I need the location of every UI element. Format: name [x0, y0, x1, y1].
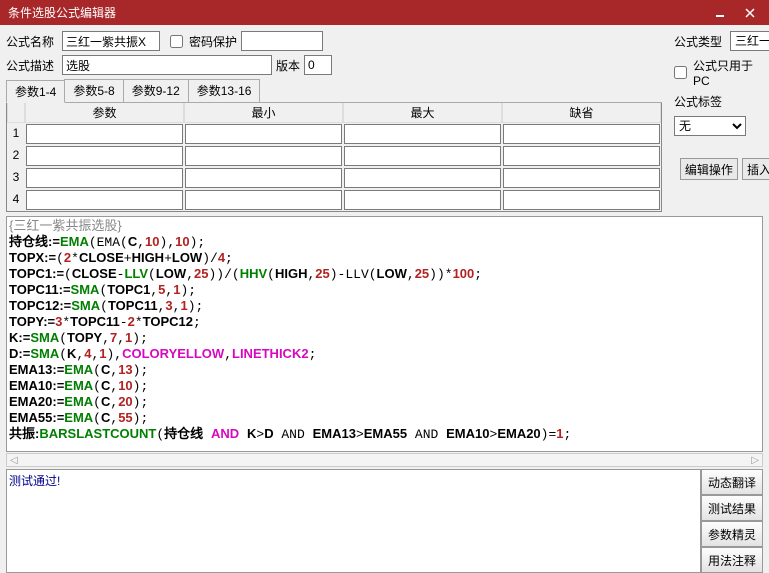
name-label: 公式名称	[6, 33, 58, 50]
param-head-blank	[7, 103, 25, 123]
hscroll[interactable]: ◁▷	[6, 453, 763, 467]
param-def-input[interactable]	[503, 190, 660, 210]
param-head-def: 缺省	[502, 103, 661, 123]
tab-params-4[interactable]: 参数13-16	[188, 79, 261, 102]
param-max-input[interactable]	[344, 190, 501, 210]
test-result-button[interactable]: 测试结果	[701, 495, 763, 521]
pwd-label: 密码保护	[189, 33, 237, 50]
param-name-input[interactable]	[26, 190, 183, 210]
pc-only-checkbox[interactable]	[674, 66, 687, 79]
param-def-input[interactable]	[503, 124, 660, 144]
type-label: 公式类型	[674, 33, 726, 50]
param-tab-strip: 参数1-4 参数5-8 参数9-12 参数13-16	[6, 79, 662, 103]
param-def-input[interactable]	[503, 146, 660, 166]
param-row: 2	[7, 145, 661, 167]
param-row-index: 3	[7, 167, 25, 189]
param-row: 1	[7, 123, 661, 145]
param-head-min: 最小	[184, 103, 343, 123]
type-select[interactable]: 三红一紫	[730, 31, 769, 51]
code-editor[interactable]: {三红一紫共振选股} 持仓线:=EMA(EMA(C,10),10); TOPX:…	[6, 216, 763, 452]
param-row-index: 1	[7, 123, 25, 145]
result-output: 测试通过!	[6, 469, 701, 573]
tab-params-1[interactable]: 参数1-4	[6, 80, 65, 103]
param-row-index: 4	[7, 189, 25, 211]
title-bar: 条件选股公式编辑器	[0, 0, 769, 25]
param-wizard-button[interactable]: 参数精灵	[701, 521, 763, 547]
tab-params-3[interactable]: 参数9-12	[123, 79, 189, 102]
usage-button[interactable]: 用法注释	[701, 547, 763, 573]
param-name-input[interactable]	[26, 168, 183, 188]
param-max-input[interactable]	[344, 168, 501, 188]
pwd-checkbox[interactable]	[170, 35, 183, 48]
param-grid: 参数 最小 最大 缺省 1234	[6, 103, 662, 212]
insert-fn-button[interactable]: 插入函数	[742, 158, 769, 180]
ver-label: 版本	[276, 57, 300, 74]
desc-input[interactable]	[62, 55, 272, 75]
dyn-trans-button[interactable]: 动态翻译	[701, 469, 763, 495]
window-title: 条件选股公式编辑器	[4, 4, 705, 21]
param-name-input[interactable]	[26, 146, 183, 166]
param-row: 4	[7, 189, 661, 211]
ver-input[interactable]	[304, 55, 332, 75]
param-row: 3	[7, 167, 661, 189]
param-head-max: 最大	[343, 103, 502, 123]
param-min-input[interactable]	[185, 168, 342, 188]
close-icon[interactable]	[735, 4, 765, 22]
minimize-icon[interactable]	[705, 4, 735, 22]
param-head-name: 参数	[25, 103, 184, 123]
pwd-input[interactable]	[241, 31, 323, 51]
desc-label: 公式描述	[6, 57, 58, 74]
param-max-input[interactable]	[344, 124, 501, 144]
name-input[interactable]	[62, 31, 160, 51]
param-def-input[interactable]	[503, 168, 660, 188]
tag-select[interactable]: 无	[674, 116, 746, 136]
param-min-input[interactable]	[185, 190, 342, 210]
param-max-input[interactable]	[344, 146, 501, 166]
pc-only-label: 公式只用于PC	[693, 57, 766, 88]
param-min-input[interactable]	[185, 124, 342, 144]
param-min-input[interactable]	[185, 146, 342, 166]
form-area: 公式名称 密码保护 公式描述 版本 参数1-4 参数5-8 参数9-12 参数1…	[0, 25, 769, 214]
param-name-input[interactable]	[26, 124, 183, 144]
param-row-index: 2	[7, 145, 25, 167]
tab-params-2[interactable]: 参数5-8	[64, 79, 123, 102]
tag-label: 公式标签	[674, 93, 726, 110]
edit-op-button[interactable]: 编辑操作	[680, 158, 738, 180]
